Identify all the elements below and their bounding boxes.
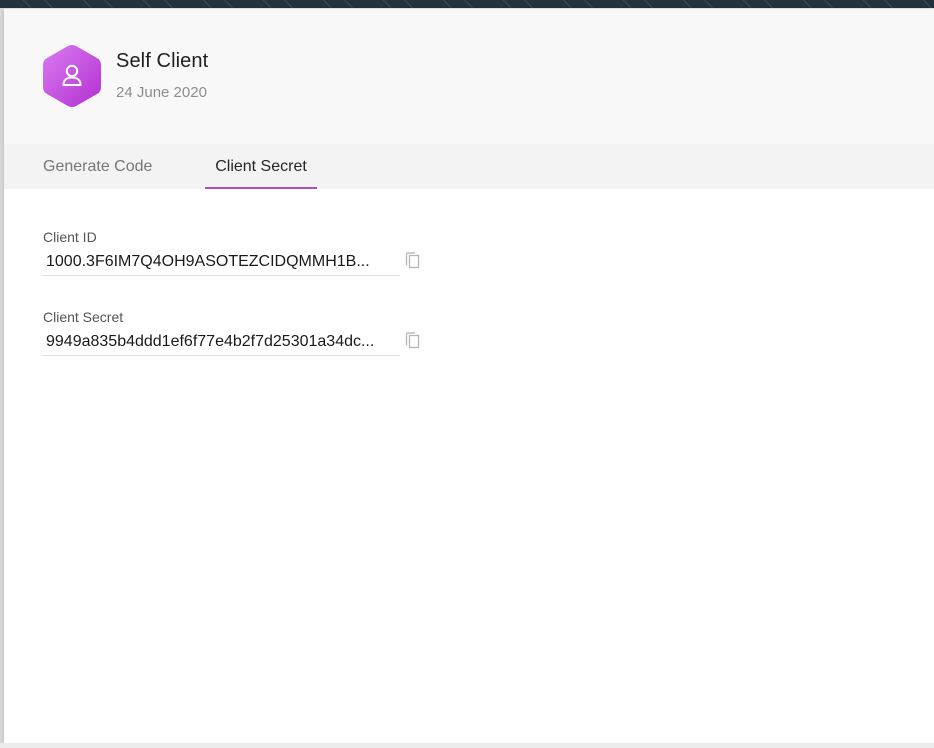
client-avatar — [42, 43, 102, 109]
copy-client-secret-button[interactable] — [403, 330, 423, 352]
client-name: Self Client — [116, 50, 209, 72]
panel-bottom-edge — [0, 743, 934, 748]
tab-generate-code[interactable]: Generate Code — [43, 144, 152, 189]
client-secret-field[interactable]: 9949a835b4ddd1ef6f77e4b2f7d25301a34dc... — [42, 329, 400, 356]
client-created-date: 24 June 2020 — [116, 84, 207, 101]
user-icon — [43, 45, 101, 108]
client-header: Self Client 24 June 2020 — [4, 9, 934, 144]
copy-icon — [405, 332, 420, 349]
background-pattern — [0, 0, 934, 8]
client-id-label: Client ID — [43, 229, 97, 245]
client-secret-label: Client Secret — [43, 309, 124, 325]
copy-icon — [405, 252, 420, 269]
client-id-field[interactable]: 1000.3F6IM7Q4OH9ASOTEZCIDQMMH1B... — [42, 249, 400, 276]
copy-client-id-button[interactable] — [403, 250, 423, 272]
tab-bar: Generate Code Client Secret — [4, 144, 934, 189]
client-detail-panel: Self Client 24 June 2020 Generate Code C… — [4, 9, 934, 743]
tab-client-secret[interactable]: Client Secret — [205, 144, 317, 189]
active-tab-indicator — [205, 187, 317, 189]
